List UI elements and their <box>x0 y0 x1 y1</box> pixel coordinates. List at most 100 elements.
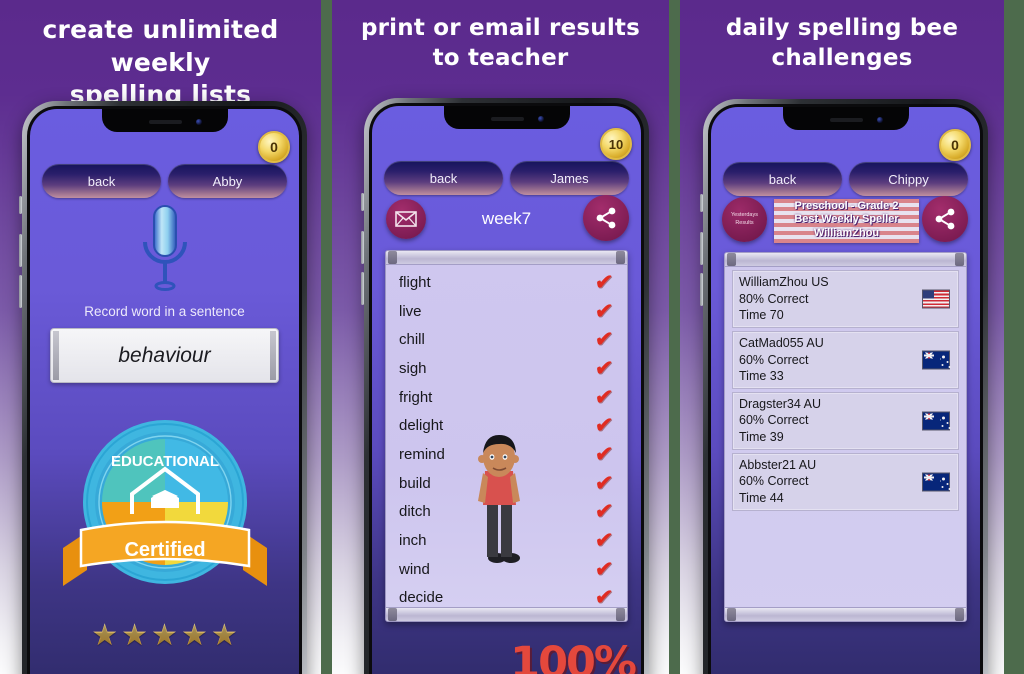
player-name: Dragster34 AU <box>739 396 821 411</box>
earpiece-speaker <box>491 117 525 122</box>
player-percent: 60% Correct <box>739 352 809 367</box>
leaderboard-panel[interactable]: WilliamZhou US 80% Correct Time 70 CatMa… <box>724 252 967 622</box>
word-text: flight <box>399 273 431 291</box>
star-icon: ★ <box>121 619 149 652</box>
back-button[interactable]: back <box>42 164 161 198</box>
flag-icon-us <box>922 289 950 309</box>
banner-line: WilliamZhou <box>813 226 880 239</box>
top-nav-row: back Abby <box>42 164 287 198</box>
word-text: decide <box>399 589 444 607</box>
check-icon: ✔ <box>594 471 615 495</box>
word-row[interactable]: fright ✔ <box>386 383 627 412</box>
leaderboard-row[interactable]: CatMad055 AU 60% Correct Time 33 <box>732 330 959 389</box>
word-row[interactable]: chill ✔ <box>386 325 627 354</box>
phone-volume-up-button[interactable] <box>700 232 703 265</box>
headline-line: challenges <box>771 44 913 71</box>
panel-1-headline: create unlimited weekly spelling lists <box>0 0 321 112</box>
roller-cap <box>388 608 397 621</box>
check-icon: ✔ <box>594 500 615 524</box>
phone-mute-switch[interactable] <box>361 193 364 211</box>
phone-notch <box>443 106 570 129</box>
leaderboard-row[interactable]: Dragster34 AU 60% Correct Time 39 <box>732 391 959 450</box>
back-button[interactable]: back <box>384 161 503 195</box>
front-camera <box>538 115 545 122</box>
phone-mockup-2: 10 back James week7 flight ✔ live ✔ chil… <box>361 98 649 674</box>
panel-3-headline: daily spelling bee challenges <box>680 0 1004 74</box>
phone-1-screen: 0 back Abby Record word in a sentence be… <box>30 109 299 674</box>
list-roller-top <box>725 253 966 267</box>
phone-mockup-3: 0 back Chippy Yesterdays Results Prescho… <box>700 99 988 674</box>
student-name-button[interactable]: James <box>510 161 629 195</box>
banner-line: Preschool - Grade 2 <box>794 200 899 212</box>
student-name-button[interactable]: Abby <box>168 164 287 198</box>
star-icon: ★ <box>151 619 178 652</box>
check-icon: ✔ <box>594 356 615 380</box>
coin-balance-badge[interactable]: 10 <box>600 128 632 160</box>
word-display-box[interactable]: behaviour <box>50 328 279 383</box>
earpiece-speaker <box>830 118 864 123</box>
check-icon: ✔ <box>594 442 615 466</box>
phone-mute-switch[interactable] <box>700 194 703 212</box>
roller-cap <box>616 608 625 621</box>
leaderboard-row[interactable]: Abbster21 AU 60% Correct Time 44 <box>732 452 959 511</box>
record-instruction-label: Record word in a sentence <box>84 304 245 319</box>
list-roller-top <box>386 251 627 265</box>
check-icon: ✔ <box>594 270 615 294</box>
score-percentage: 100% <box>510 638 637 674</box>
player-name: Abbster21 AU <box>739 457 817 472</box>
phone-3-screen: 0 back Chippy Yesterdays Results Prescho… <box>711 107 980 674</box>
share-icon <box>596 207 616 229</box>
share-button[interactable] <box>583 195 629 241</box>
flag-icon-au <box>922 411 950 431</box>
coin-balance-badge[interactable]: 0 <box>258 131 290 163</box>
microphone-icon[interactable] <box>135 204 195 301</box>
phone-volume-up-button[interactable] <box>19 234 22 267</box>
word-text: remind <box>399 445 445 463</box>
list-roller-bottom <box>386 607 627 621</box>
student-name-button[interactable]: Chippy <box>849 162 968 196</box>
coin-balance-badge[interactable]: 0 <box>939 129 971 161</box>
phone-mockup-1: 0 back Abby Record word in a sentence be… <box>19 101 307 674</box>
coin-count: 10 <box>608 136 624 152</box>
phone-volume-down-button[interactable] <box>361 272 364 305</box>
leaderboard-row[interactable]: WilliamZhou US 80% Correct Time 70 <box>732 270 959 328</box>
coin-count: 0 <box>951 137 959 153</box>
yesterdays-results-button[interactable]: Yesterdays Results <box>722 197 767 242</box>
headline-line: create unlimited weekly <box>42 15 279 77</box>
player-percent: 60% Correct <box>739 474 809 489</box>
word-text: fright <box>399 388 433 406</box>
star-rating: ★ ★ ★ ★ ★ <box>30 621 299 651</box>
phone-volume-down-button[interactable] <box>700 273 703 306</box>
phone-volume-down-button[interactable] <box>19 275 22 308</box>
leaderboard-list: WilliamZhou US 80% Correct Time 70 CatMa… <box>725 270 966 514</box>
back-button[interactable]: back <box>723 162 842 196</box>
top-nav-row: back Chippy <box>723 162 968 196</box>
player-time: Time 70 <box>739 308 784 323</box>
player-time: Time 39 <box>739 430 784 444</box>
word-text: chill <box>399 331 425 349</box>
word-text: wind <box>399 560 430 578</box>
coin-count: 0 <box>270 139 278 155</box>
share-button[interactable] <box>922 196 968 242</box>
check-icon: ✔ <box>594 299 615 323</box>
player-name: CatMad055 AU <box>739 335 824 350</box>
check-icon: ✔ <box>594 328 615 352</box>
headline-line: to teacher <box>432 44 569 71</box>
headline-line: daily spelling bee <box>725 15 959 41</box>
word-row[interactable]: sigh ✔ <box>386 354 627 383</box>
word-text: ditch <box>399 503 431 521</box>
check-icon: ✔ <box>594 529 615 553</box>
word-row[interactable]: flight ✔ <box>386 268 627 297</box>
word-row[interactable]: live ✔ <box>386 297 627 326</box>
phone-volume-up-button[interactable] <box>361 231 364 264</box>
phone-mute-switch[interactable] <box>19 196 22 214</box>
star-icon: ★ <box>210 619 238 652</box>
flag-icon-au <box>922 350 950 370</box>
promo-panel-2: print or email results to teacher 10 bac… <box>332 0 669 674</box>
roller-cap <box>955 608 964 621</box>
earpiece-speaker <box>149 120 183 125</box>
phone-2-screen: 10 back James week7 flight ✔ live ✔ chil… <box>372 106 641 674</box>
roller-cap <box>616 251 625 264</box>
svg-text:Certified: Certified <box>124 539 205 561</box>
player-time: Time 33 <box>739 369 784 384</box>
